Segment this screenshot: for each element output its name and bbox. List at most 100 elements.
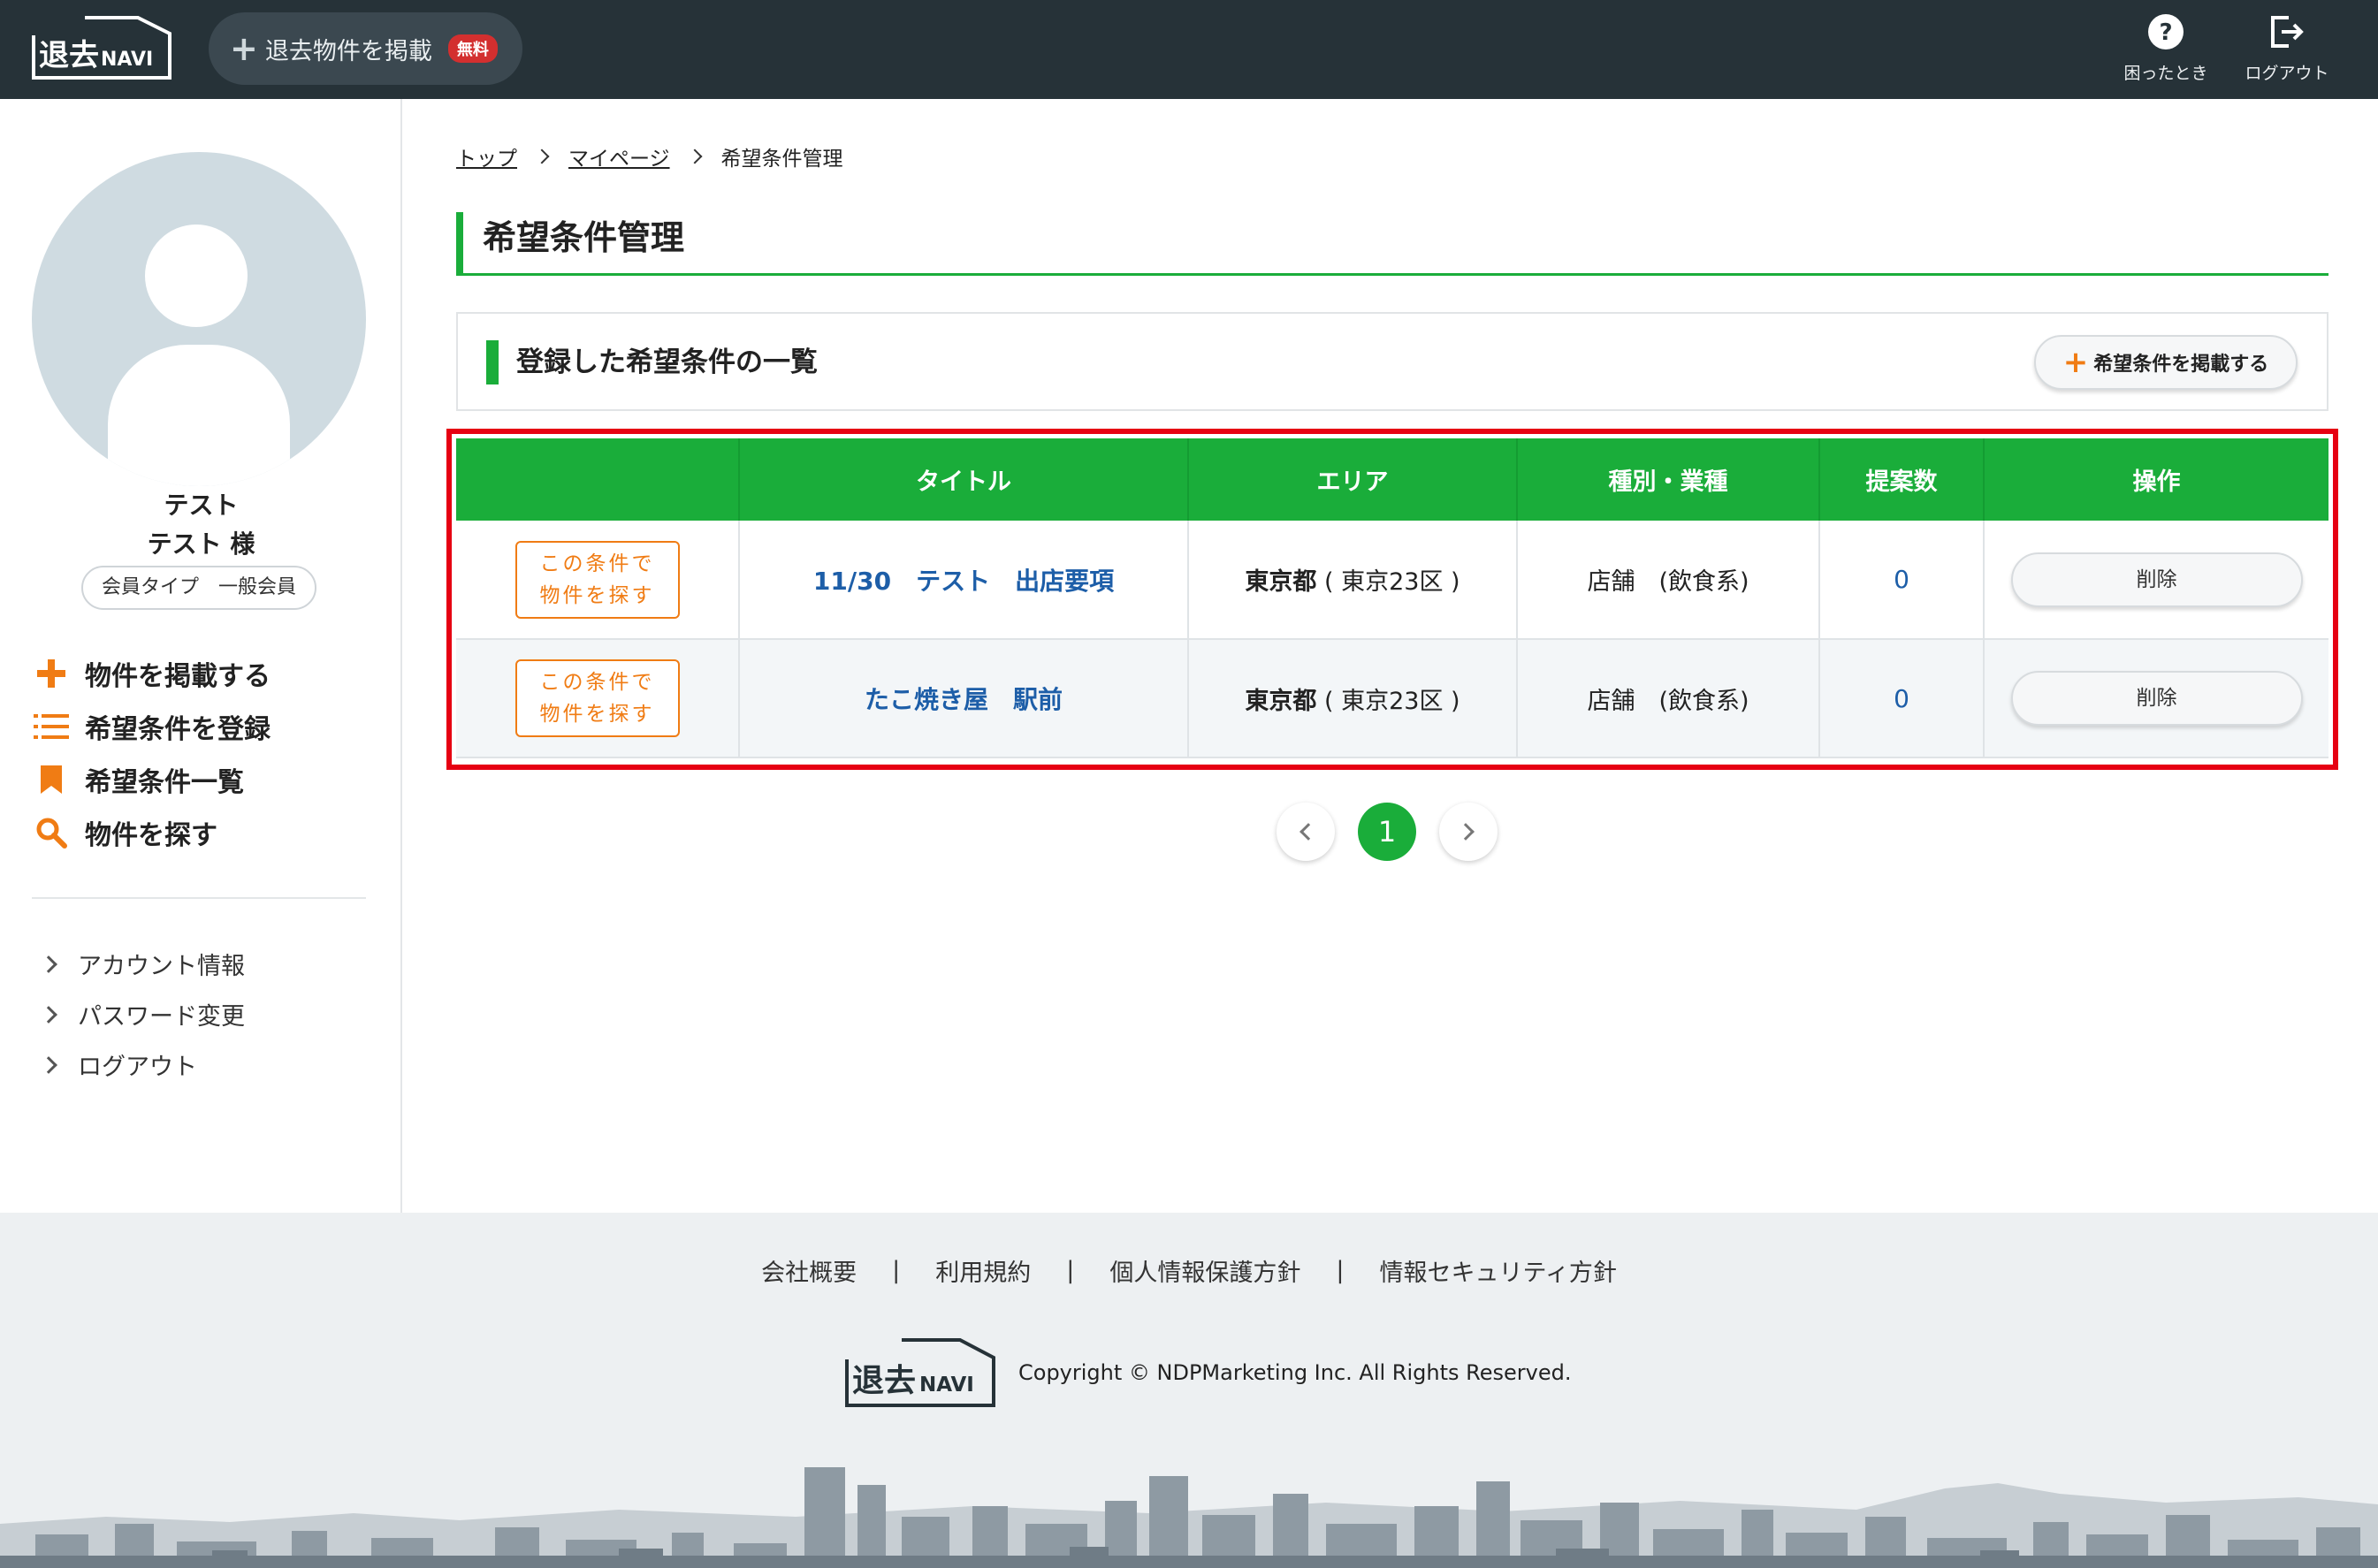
plus-icon: + [230,29,258,68]
member-type-badge: 会員タイプ 一般会員 [81,566,316,610]
delete-button[interactable]: 削除 [2010,552,2303,607]
copyright-text: Copyright © NDPMarketing Inc. All Rights… [1018,1360,1572,1385]
column-header-proposals: 提案数 [1819,438,1985,521]
condition-title-link[interactable]: たこ焼き屋 駅前 [865,685,1063,714]
plus-icon [32,654,71,693]
user-name: テスト [164,491,239,520]
sidebar-item-account-info[interactable]: アカウント情報 [40,939,245,989]
table-cell: この条件で 物件を探す [456,521,740,640]
sidebar-item-label: 物件を掲載する [85,661,271,692]
area-prefecture: 東京都 [1245,568,1317,596]
column-header-area: エリア [1188,438,1518,521]
sidebar-item-label: 希望条件を登録 [85,714,271,745]
search-icon [32,813,71,852]
chevron-right-icon [40,1005,57,1024]
breadcrumb-current: 希望条件管理 [720,148,843,171]
footer-separator: | [1336,1257,1345,1284]
list-heading: 登録した希望条件の一覧 [516,346,818,378]
search-with-condition-button[interactable]: この条件で 物件を探す [514,659,680,737]
column-header-type: 種別・業種 [1517,438,1820,521]
table-cell: 11/30 テスト 出店要項 [739,521,1189,640]
header-logout-link[interactable]: ログアウト [2234,12,2340,84]
breadcrumb: トップ マイページ 希望条件管理 [456,141,843,171]
logout-label: ログアウト [2245,64,2329,83]
search-with-condition-button[interactable]: この条件で 物件を探す [514,540,680,619]
sidebar-item-register-condition[interactable]: 希望条件を登録 [32,700,271,753]
site-footer: 会社概要 | 利用規約 | 個人情報保護方針 | 情報セキュリティ方針 退去 N… [0,1213,2378,1568]
help-link[interactable]: ? 困ったとき [2113,12,2219,84]
area-detail: ( 東京23区 ) [1324,568,1460,596]
footer-link-company[interactable]: 会社概要 [761,1253,857,1288]
breadcrumb-link-top[interactable]: トップ [456,141,517,171]
proposal-count-link[interactable]: 0 [1894,565,1909,594]
sidebar-item-label: アカウント情報 [78,953,245,980]
delete-button[interactable]: 削除 [2010,671,2303,726]
sidebar-item-change-password[interactable]: パスワード変更 [40,989,245,1039]
sidebar-item-post-property[interactable]: 物件を掲載する [32,647,271,700]
condition-title-link[interactable]: 11/30 テスト 出店要項 [813,567,1114,596]
help-label: 困ったとき [2123,64,2208,83]
svg-text:NAVI: NAVI [101,49,153,71]
chevron-right-icon [1457,823,1475,841]
site-header: 退去 NAVI + 退去物件を掲載 無料 ? 困ったとき ログアウト [0,0,2378,99]
post-property-label: 退去物件を掲載 [264,37,432,65]
table-cell: たこ焼き屋 駅前 [739,639,1189,758]
footer-link-security[interactable]: 情報セキュリティ方針 [1379,1253,1616,1288]
logout-icon [2271,16,2304,48]
proposal-count-link[interactable]: 0 [1894,684,1909,713]
column-header-title: タイトル [739,438,1189,521]
search-button-line: 物件を探す [539,703,655,726]
bookmark-icon [32,760,71,799]
pagination: 1 [1277,803,1498,861]
sidebar-item-search-property[interactable]: 物件を探す [32,806,271,859]
next-page-button[interactable] [1439,803,1498,861]
city-skyline-image [0,1467,2378,1568]
table-header-row: タイトル エリア 種別・業種 提案数 操作 [456,438,2328,521]
free-badge: 無料 [447,34,498,63]
table-row: この条件で 物件を探す たこ焼き屋 駅前 東京都 ( 東京23区 ) 店舗 (飲… [456,639,2328,758]
footer-brand: 退去 NAVI Copyright © NDPMarketing Inc. Al… [843,1336,1571,1409]
footer-separator: | [1066,1257,1075,1284]
search-button-line: この条件で [539,671,655,694]
column-header [456,438,740,521]
post-property-button[interactable]: + 退去物件を掲載 無料 [209,12,522,85]
table-cell: 削除 [1984,521,2328,640]
svg-text:退去: 退去 [39,38,99,73]
svg-text:退去: 退去 [852,1363,916,1399]
sidebar-menu: 物件を掲載する 希望条件を登録 希望条件一覧 物件を探す [32,647,271,859]
area-detail: ( 東京23区 ) [1324,687,1460,715]
sidebar-item-condition-list[interactable]: 希望条件一覧 [32,753,271,806]
table-cell: 東京都 ( 東京23区 ) [1188,639,1518,758]
footer-link-privacy[interactable]: 個人情報保護方針 [1109,1253,1300,1288]
condition-table: タイトル エリア 種別・業種 提案数 操作 この条件で 物件を探す 11/30 … [456,438,2328,758]
search-button-line: 物件を探す [539,583,655,607]
heading-accent-bar [486,340,499,384]
search-button-line: この条件で [539,552,655,575]
table-cell: 削除 [1984,639,2328,758]
sidebar-item-label: パスワード変更 [78,1003,245,1031]
page-number-current[interactable]: 1 [1358,803,1416,861]
site-logo[interactable]: 退去 NAVI [30,14,173,81]
list-icon [32,707,71,746]
sidebar-submenu: アカウント情報 パスワード変更 ログアウト [40,939,245,1090]
sidebar-item-label: ログアウト [78,1054,197,1081]
footer-link-terms[interactable]: 利用規約 [935,1253,1031,1288]
chevron-right-icon [40,955,57,973]
table-row: この条件で 物件を探す 11/30 テスト 出店要項 東京都 ( 東京23区 )… [456,521,2328,640]
column-header-actions: 操作 [1984,438,2328,521]
prev-page-button[interactable] [1277,803,1335,861]
table-cell: 店舗 (飲食系) [1517,639,1820,758]
breadcrumb-link-mypage[interactable]: マイページ [568,141,670,171]
svg-text:?: ? [2159,19,2172,46]
sidebar-item-label: 物件を探す [85,820,217,851]
plus-icon: + [2062,345,2089,380]
avatar [32,152,366,486]
table-cell: この条件で 物件を探す [456,639,740,758]
list-header-panel: 登録した希望条件の一覧 + 希望条件を掲載する [456,312,2328,411]
add-condition-button[interactable]: + 希望条件を掲載する [2034,335,2298,390]
sidebar-item-logout[interactable]: ログアウト [40,1039,245,1090]
area-prefecture: 東京都 [1245,687,1317,715]
user-name-honorific: テスト 様 [147,529,255,559]
chevron-right-icon [687,148,703,164]
footer-separator: | [892,1257,901,1284]
